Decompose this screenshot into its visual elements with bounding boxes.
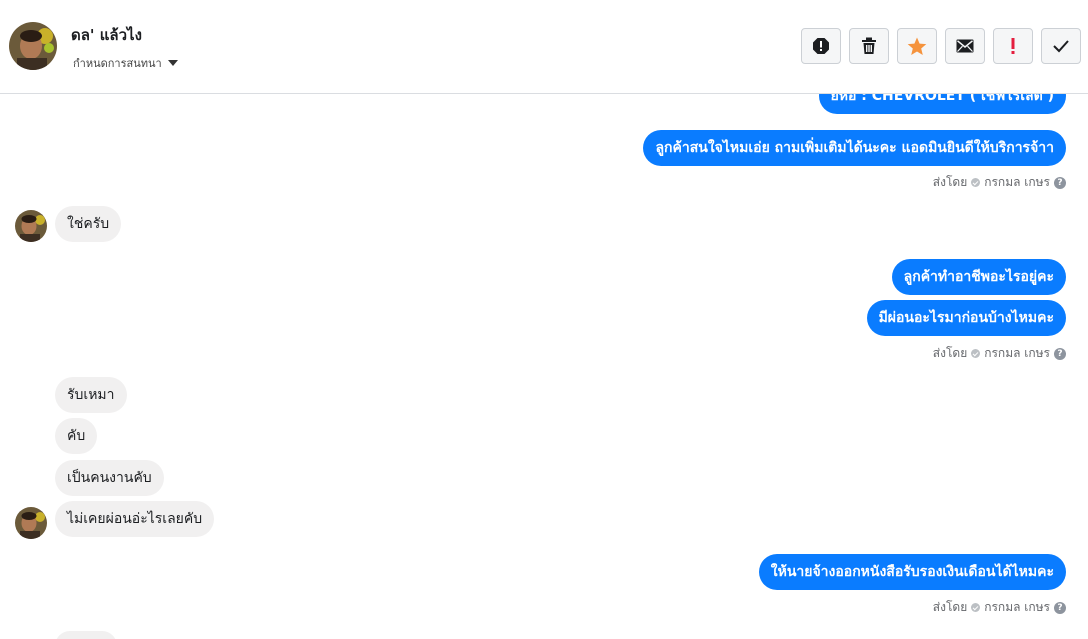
message-outgoing: ลูกค้าทำอาชีพอะไรอยู่คะ: [891, 259, 1066, 295]
alert-icon: [1011, 38, 1015, 54]
envelope-icon: [956, 39, 974, 53]
sent-by-label: ส่งโดย กรกมล เกษร ?: [933, 598, 1066, 617]
check-icon: [1053, 40, 1069, 53]
spam-icon: [813, 38, 829, 54]
sent-by-prefix: ส่งโดย: [932, 600, 968, 614]
sent-by-name: กรกมล เกษร: [984, 346, 1050, 360]
toolbar: [801, 28, 1081, 64]
sent-by-name: กรกมล เกษร: [984, 175, 1050, 189]
help-icon[interactable]: ?: [1054, 601, 1066, 614]
mark-done-button[interactable]: [1041, 28, 1081, 64]
message-incoming: ไม่เคยผ่อนอ่ะไรเลยคับ: [55, 501, 215, 537]
message-incoming-partial: [55, 631, 117, 639]
message-outgoing: ลูกค้าสนใจไหมเอ่ย ถามเพิ่มเติมได้นะคะ แอ…: [643, 130, 1066, 166]
message-incoming: คับ: [55, 418, 98, 454]
sent-by-name: กรกมล เกษร: [984, 600, 1050, 614]
mark-unread-button[interactable]: [945, 28, 985, 64]
verified-icon: [971, 178, 981, 187]
message-outgoing: ยี่ห้อ : CHEVROLET ( เชฟโรเลต ): [818, 94, 1066, 114]
message-incoming: ใช่ครับ: [55, 206, 122, 242]
contact-name[interactable]: ดล' แล้วไง: [71, 23, 142, 47]
follow-up-button[interactable]: [993, 28, 1033, 64]
message-outgoing: ให้นายจ้างออกหนังสือรับรองเงินเดือนได้ไห…: [758, 554, 1066, 590]
delete-button[interactable]: [849, 28, 889, 64]
message-outgoing: มีผ่อนอะไรมาก่อนบ้างไหมคะ: [866, 300, 1066, 336]
star-button[interactable]: [897, 28, 937, 64]
sent-by-label: ส่งโดย กรกมล เกษร ?: [933, 344, 1066, 363]
contact-avatar-small[interactable]: [15, 507, 47, 539]
conversation-settings-label: กำหนดการสนทนา: [73, 57, 162, 70]
help-icon[interactable]: ?: [1054, 347, 1066, 360]
message-thread[interactable]: ยี่ห้อ : CHEVROLET ( เชฟโรเลต ) ลูกค้าสน…: [0, 94, 1088, 639]
conversation-header: ดล' แล้วไง กำหนดการสนทนา: [0, 0, 1088, 94]
contact-avatar[interactable]: [9, 22, 57, 70]
conversation-settings-dropdown[interactable]: กำหนดการสนทนา: [73, 54, 178, 72]
contact-avatar-small[interactable]: [15, 210, 47, 242]
star-icon: [907, 37, 927, 55]
sent-by-label: ส่งโดย กรกมล เกษร ?: [933, 173, 1066, 192]
help-icon[interactable]: ?: [1054, 176, 1066, 189]
verified-icon: [971, 349, 981, 358]
verified-icon: [971, 603, 981, 612]
sent-by-prefix: ส่งโดย: [932, 346, 968, 360]
report-spam-button[interactable]: [801, 28, 841, 64]
trash-icon: [862, 37, 876, 54]
message-incoming: เป็นคนงานคับ: [55, 460, 164, 496]
message-incoming: รับเหมา: [55, 377, 127, 413]
sent-by-prefix: ส่งโดย: [932, 175, 968, 189]
caret-down-icon: [167, 60, 178, 66]
